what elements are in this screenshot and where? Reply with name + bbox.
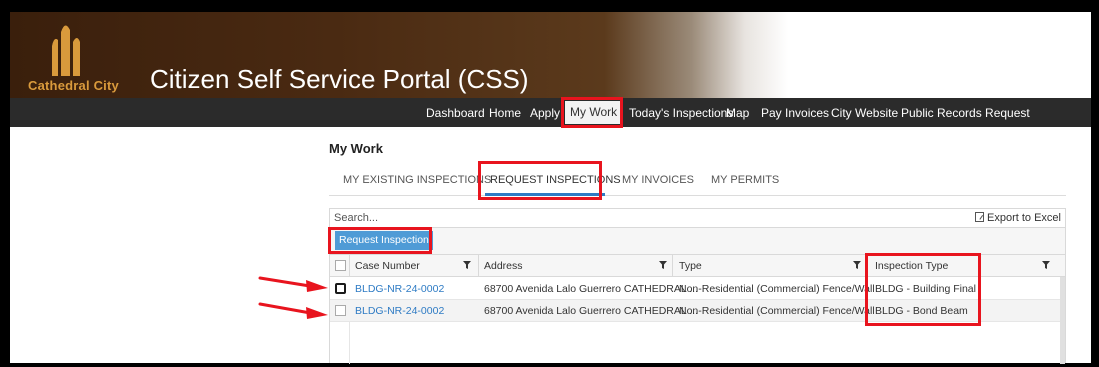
filter-icon[interactable] [463, 261, 471, 269]
nav-city-website[interactable]: City Website [831, 106, 898, 120]
nav-map[interactable]: Map [726, 106, 749, 120]
inspection-type-cell: BLDG - Building Final [875, 283, 976, 295]
column-header-case-number[interactable]: Case Number [355, 260, 420, 272]
nav-pay-invoices[interactable]: Pay Invoices [761, 106, 829, 120]
column-header-inspection-type[interactable]: Inspection Type [875, 260, 948, 272]
address-cell: 68700 Avenida Lalo Guerrero CATHEDRAL ..… [484, 283, 699, 295]
inspections-grid: Case Number Address Type Inspection Type… [329, 254, 1066, 364]
screen-border [0, 363, 1099, 367]
tab-my-permits[interactable]: MY PERMITS [711, 174, 779, 186]
select-all-checkbox[interactable] [335, 260, 346, 271]
table-row[interactable]: BLDG-NR-24-0002 68700 Avenida Lalo Guerr… [330, 278, 1065, 300]
nav-dashboard[interactable]: Dashboard [426, 106, 485, 120]
nav-apply[interactable]: Apply [530, 106, 560, 120]
case-number-link[interactable]: BLDG-NR-24-0002 [355, 305, 444, 317]
table-row[interactable]: BLDG-NR-24-0002 68700 Avenida Lalo Guerr… [330, 300, 1065, 322]
search-input[interactable] [334, 211, 934, 225]
nav-home[interactable]: Home [489, 106, 521, 120]
grid-toolbar: Request Inspection [329, 228, 1066, 254]
type-cell: Non-Residential (Commercial) Fence/Wall [679, 305, 875, 317]
excel-export-icon [975, 212, 985, 222]
tab-bar: MY EXISTING INSPECTIONS REQUEST INSPECTI… [329, 160, 1066, 196]
filter-icon[interactable] [1042, 261, 1050, 269]
column-header-type[interactable]: Type [679, 260, 702, 272]
red-arrow-icon [258, 302, 328, 319]
tab-request-inspections[interactable]: REQUEST INSPECTIONS [490, 174, 621, 186]
search-bar: Export to Excel [329, 208, 1066, 228]
filter-icon[interactable] [659, 261, 667, 269]
row-checkbox[interactable] [335, 283, 346, 294]
page-title: My Work [329, 141, 383, 156]
request-inspection-button[interactable]: Request Inspection [335, 231, 433, 250]
red-arrow-icon [258, 276, 328, 292]
cathedral-logo-icon[interactable] [46, 20, 86, 76]
export-label: Export to Excel [987, 212, 1061, 224]
tab-my-invoices[interactable]: MY INVOICES [622, 174, 694, 186]
grid-column-divider [349, 321, 350, 364]
portal-title: Citizen Self Service Portal (CSS) [150, 64, 529, 94]
nav-my-work[interactable]: My Work [565, 101, 623, 124]
row-checkbox[interactable] [335, 305, 346, 316]
filter-icon[interactable] [853, 261, 861, 269]
type-cell: Non-Residential (Commercial) Fence/Wall [679, 283, 875, 295]
screen-border [0, 0, 10, 367]
nav-todays-inspections[interactable]: Today's Inspections [629, 106, 733, 120]
screen-border [0, 0, 1099, 12]
grid-scrollbar[interactable] [1060, 277, 1065, 364]
active-tab-indicator [485, 193, 605, 196]
inspection-type-cell: BLDG - Bond Beam [875, 305, 968, 317]
tab-my-existing-inspections[interactable]: MY EXISTING INSPECTIONS [343, 174, 491, 186]
address-cell: 68700 Avenida Lalo Guerrero CATHEDRAL ..… [484, 305, 699, 317]
logo-text[interactable]: Cathedral City [28, 78, 119, 93]
case-number-link[interactable]: BLDG-NR-24-0002 [355, 283, 444, 295]
site-header: Cathedral City Citizen Self Service Port… [10, 12, 1091, 98]
screen-border [1091, 0, 1099, 367]
main-navbar: Dashboard Home Apply My Work Today's Ins… [10, 98, 1091, 127]
column-header-address[interactable]: Address [484, 260, 523, 272]
grid-header: Case Number Address Type Inspection Type [330, 255, 1065, 277]
export-to-excel-button[interactable]: Export to Excel [975, 212, 1061, 224]
nav-public-records-request[interactable]: Public Records Request [901, 106, 1030, 120]
